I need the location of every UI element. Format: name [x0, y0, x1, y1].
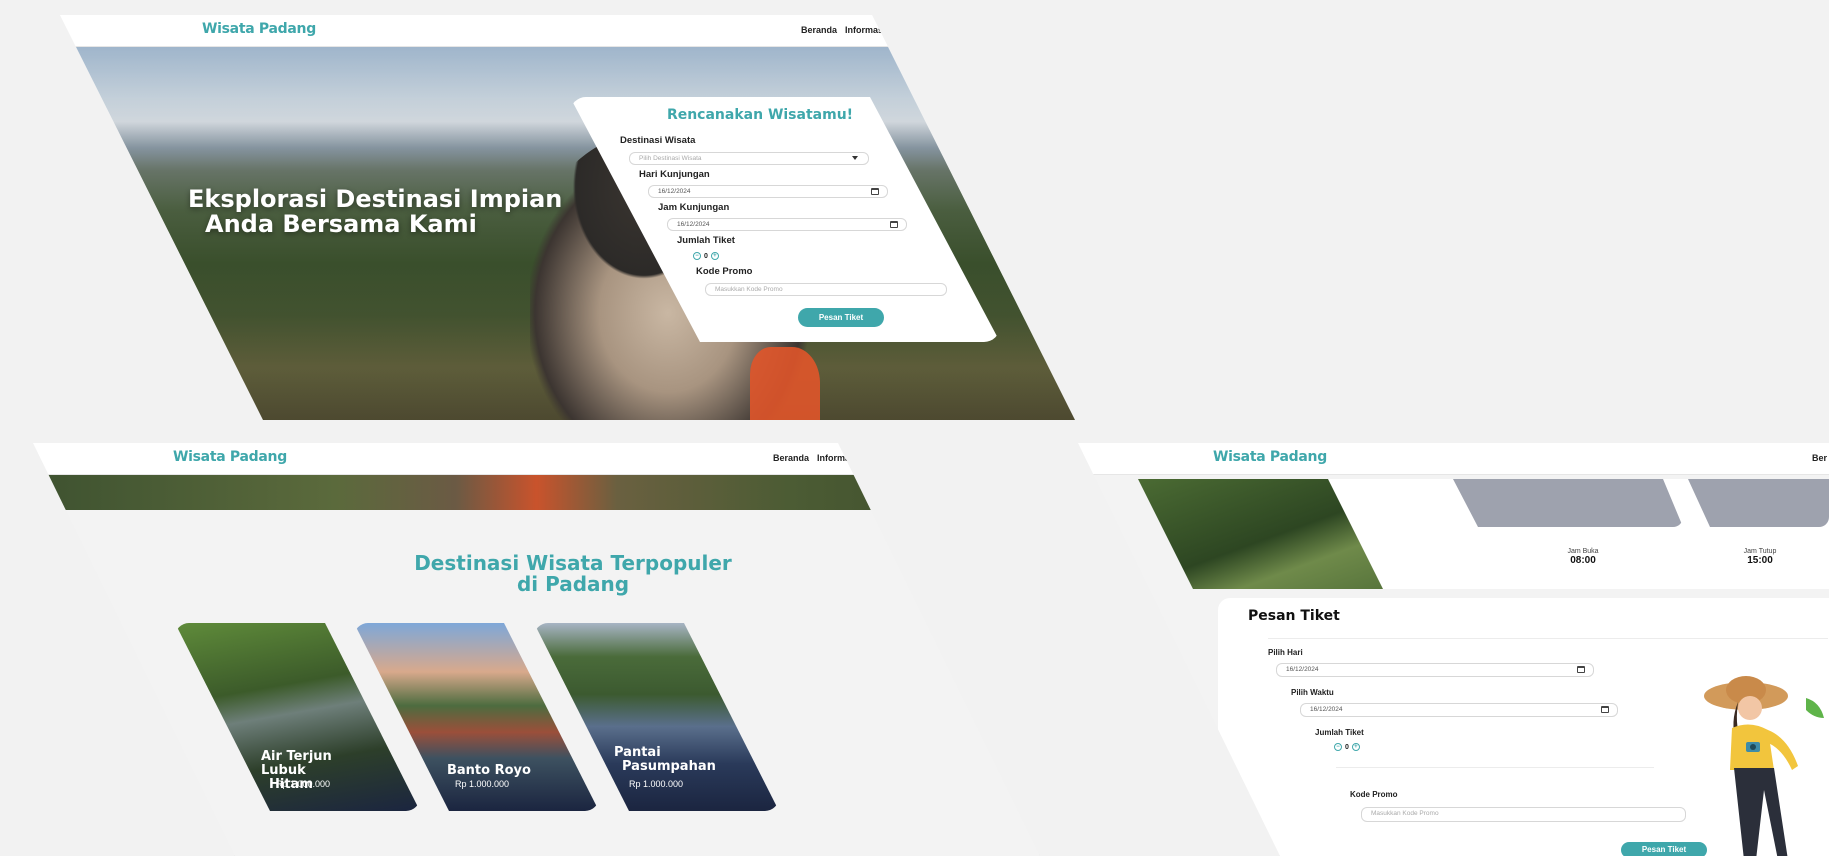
- time-input[interactable]: 16/12/2024: [1300, 703, 1618, 717]
- time-label: Pilih Waktu: [1291, 688, 1334, 697]
- destination-price: Rp 1.000.000: [276, 779, 331, 789]
- nav-link-beranda[interactable]: Beranda: [801, 25, 837, 35]
- destination-label: Destinasi Wisata: [620, 135, 696, 146]
- ticket-qty-label: Jumlah Tiket: [677, 235, 735, 246]
- calendar-icon[interactable]: [1601, 706, 1609, 713]
- nav-link-informasi-tiket[interactable]: Informasi Tiket: [845, 25, 909, 35]
- destination-name-line1: Air Terjun Lubuk: [261, 749, 332, 778]
- nav-link-beranda[interactable]: Beranda: [773, 453, 809, 463]
- promo-input[interactable]: Masukkan Kode Promo: [705, 283, 947, 296]
- hero-title-line1: Eksplorasi Destinasi Impian: [188, 185, 563, 213]
- divider: [1268, 638, 1828, 639]
- navbar: Wisata Padang Ber: [1078, 443, 1829, 475]
- hero-strip: [33, 475, 1040, 510]
- backpack-photo-detail: [750, 347, 820, 420]
- promo-placeholder: Masukkan Kode Promo: [1371, 810, 1439, 817]
- hero-page-panel: Wisata Padang Beranda Informasi Tiket Ek…: [60, 15, 1075, 420]
- plus-icon[interactable]: +: [710, 252, 719, 260]
- image-placeholder: [1688, 479, 1829, 527]
- closing-hours-value: 15:00: [1747, 555, 1773, 566]
- destination-select[interactable]: Pilih Destinasi Wisata: [629, 152, 869, 165]
- promo-input[interactable]: Masukkan Kode Promo: [1361, 807, 1686, 822]
- calendar-icon[interactable]: [1577, 666, 1585, 673]
- navbar: Wisata Padang Beranda Informasi Tiket: [60, 15, 1075, 47]
- destinations-page-panel: Wisata Padang Beranda Informasi Tiket De…: [33, 443, 1040, 856]
- hero-banner: Eksplorasi Destinasi Impian Anda Bersama…: [60, 47, 1075, 420]
- destination-name: Banto Royo: [447, 764, 567, 778]
- form-title: Rencanakan Wisatamu!: [666, 107, 854, 123]
- divider: [1336, 767, 1654, 768]
- visit-day-label: Hari Kunjungan: [639, 169, 710, 180]
- ticket-qty-value: 0: [704, 252, 708, 260]
- traveler-illustration: [1704, 676, 1824, 856]
- opening-hours: Jam Buka 08:00: [1548, 548, 1618, 566]
- day-value: 16/12/2024: [1286, 666, 1319, 673]
- destination-price: Rp 1.000.000: [455, 779, 510, 789]
- destination-placeholder: Pilih Destinasi Wisata: [639, 155, 702, 162]
- calendar-icon[interactable]: [890, 221, 898, 228]
- day-input[interactable]: 16/12/2024: [1276, 663, 1594, 677]
- hero-title: Eksplorasi Destinasi Impian Anda Bersama…: [188, 187, 618, 237]
- detail-page-panel: Wisata Padang Ber Jam Buka 08:00 Jam Tut…: [1078, 443, 1829, 856]
- promo-placeholder: Masukkan Kode Promo: [715, 286, 783, 293]
- opening-hours-value: 08:00: [1570, 555, 1596, 566]
- destination-name-line1: Pantai: [614, 745, 661, 760]
- destination-name-line1: Banto Royo: [447, 763, 531, 778]
- nav-link-beranda-partial[interactable]: Ber: [1812, 453, 1827, 463]
- visit-time-label: Jam Kunjungan: [658, 202, 730, 213]
- brand-logo[interactable]: Wisata Padang: [1213, 449, 1327, 465]
- opening-hours-label: Jam Buka: [1567, 548, 1599, 555]
- nav-link-informasi-tiket[interactable]: Informasi Tiket: [817, 453, 881, 463]
- destination-name-line2: Pasumpahan: [622, 759, 716, 774]
- pesan-tiket-button[interactable]: Pesan Tiket: [1621, 842, 1707, 856]
- plus-icon[interactable]: +: [1351, 743, 1360, 751]
- visit-time-input[interactable]: 16/12/2024: [667, 218, 907, 231]
- closing-hours: Jam Tutup 15:00: [1725, 548, 1795, 566]
- destination-price: Rp 1.000.000: [629, 779, 684, 789]
- pesan-tiket-button[interactable]: Pesan Tiket: [798, 308, 884, 327]
- closing-hours-label: Jam Tutup: [1743, 548, 1777, 555]
- hero-title-line2: Anda Bersama Kami: [205, 210, 477, 238]
- order-form-title: Pesan Tiket: [1248, 608, 1340, 624]
- qty-stepper: − 0 +: [1334, 743, 1360, 751]
- day-label: Pilih Hari: [1268, 648, 1303, 657]
- navbar: Wisata Padang Beranda Informasi Tiket: [33, 443, 1040, 475]
- time-value: 16/12/2024: [1310, 706, 1343, 713]
- minus-icon[interactable]: −: [1334, 743, 1342, 751]
- chevron-down-icon: [852, 156, 858, 160]
- visit-day-value: 16/12/2024: [658, 188, 691, 195]
- popular-title-line2: di Padang: [516, 572, 630, 596]
- qty-label: Jumlah Tiket: [1315, 728, 1364, 737]
- nav-links: Beranda Informasi Tiket: [773, 453, 881, 463]
- nav-links: Beranda Informasi Tiket: [801, 25, 909, 35]
- brand-logo[interactable]: Wisata Padang: [173, 449, 287, 465]
- qty-value: 0: [1345, 743, 1349, 751]
- popular-title-line1: Destinasi Wisata Terpopuler: [414, 551, 732, 575]
- visit-time-value: 16/12/2024: [677, 221, 710, 228]
- promo-label: Kode Promo: [1350, 790, 1398, 799]
- brand-logo[interactable]: Wisata Padang: [202, 21, 316, 37]
- minus-icon[interactable]: −: [693, 252, 701, 260]
- promo-label: Kode Promo: [696, 266, 753, 277]
- destination-name: Pantai Pasumpahan: [614, 746, 734, 774]
- visit-day-input[interactable]: 16/12/2024: [648, 185, 888, 198]
- popular-section-title: Destinasi Wisata Terpopuler di Padang: [393, 553, 753, 595]
- calendar-icon[interactable]: [871, 188, 879, 195]
- image-placeholder: [1453, 479, 1683, 527]
- nav-links: Ber: [1812, 453, 1827, 463]
- ticket-qty-stepper: − 0 +: [693, 252, 719, 260]
